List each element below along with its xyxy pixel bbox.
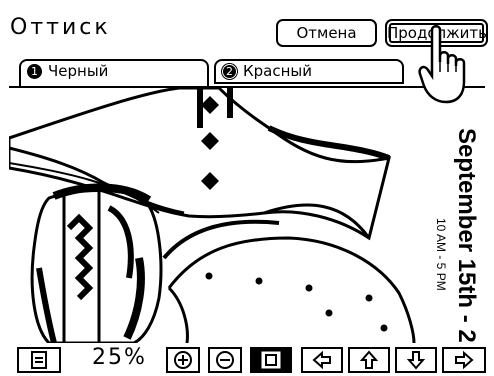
zoom-in-button[interactable]	[166, 347, 200, 373]
print-preview-screen: Оттиск Отмена Продолжить 1Черный 2Красны…	[0, 0, 494, 374]
tab-label: Красный	[243, 62, 313, 80]
zoom-in-icon	[174, 351, 192, 369]
page-icon	[31, 351, 47, 369]
zoom-level: 25%	[92, 345, 147, 370]
page-icon-button[interactable]	[17, 347, 61, 373]
arrow-left-icon	[312, 350, 331, 370]
preview-artwork: September 15th - 201 10 AM - 5 PM	[9, 88, 480, 343]
arrow-down-icon	[406, 351, 426, 370]
fit-page-button[interactable]	[250, 347, 292, 373]
tab-label: Черный	[48, 62, 109, 80]
scroll-left-button[interactable]	[301, 347, 343, 373]
tab-red[interactable]: 2 Красный	[214, 59, 404, 84]
tab-black[interactable]: 1 Черный	[19, 59, 209, 87]
page-title: Оттиск	[10, 15, 111, 40]
bottom-toolbar: 25%	[0, 343, 494, 374]
zoom-out-icon	[216, 351, 234, 369]
cancel-button[interactable]: Отмена	[276, 19, 377, 47]
scroll-right-button[interactable]	[442, 347, 486, 373]
arrow-up-icon	[359, 350, 379, 369]
hand-pointer-icon	[418, 25, 466, 104]
preview-headline: September 15th - 201	[453, 128, 480, 343]
tab-number-badge: 1	[27, 64, 42, 79]
preview-subline: 10 AM - 5 PM	[434, 218, 448, 291]
tab-number-badge: 2	[222, 64, 237, 79]
scroll-down-button[interactable]	[395, 347, 437, 373]
zoom-out-button[interactable]	[208, 347, 242, 373]
fit-page-icon	[261, 351, 281, 369]
print-preview-area[interactable]: September 15th - 201 10 AM - 5 PM	[9, 86, 485, 343]
scroll-up-button[interactable]	[348, 347, 390, 373]
arrow-right-icon	[455, 350, 474, 370]
